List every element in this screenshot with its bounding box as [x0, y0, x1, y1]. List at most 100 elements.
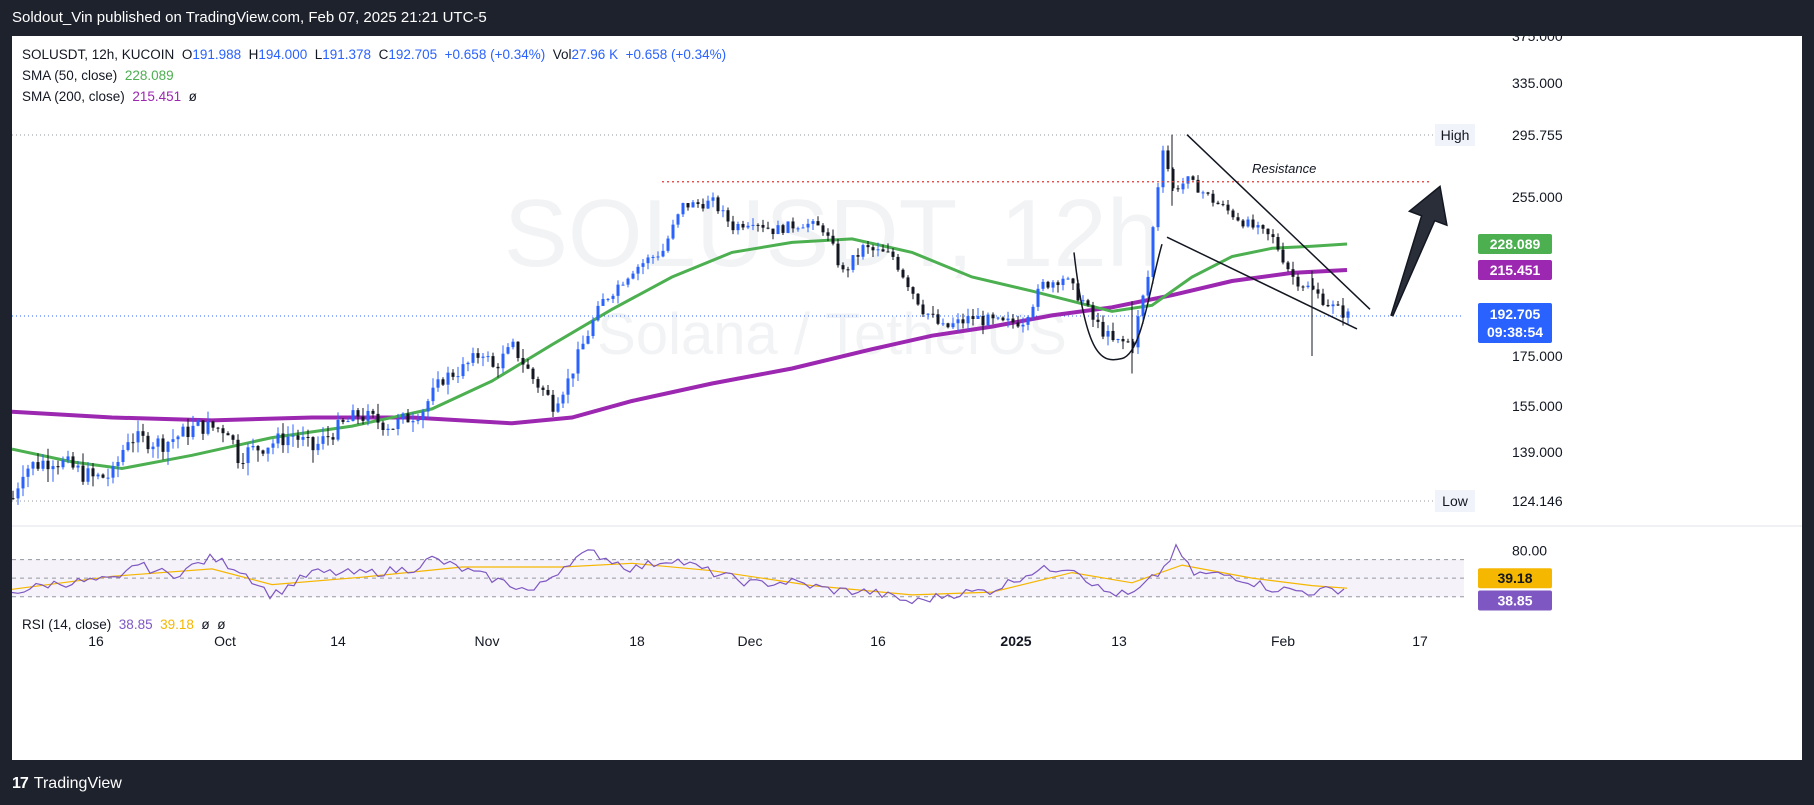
sma50-legend-label: SMA (50, close) [22, 68, 118, 83]
candle-down [391, 428, 395, 430]
open-label: O [181, 47, 193, 62]
time-tick-label: Feb [1271, 633, 1295, 649]
rsi-badge-text: 38.85 [1497, 592, 1532, 608]
candle-up [396, 419, 400, 430]
candle-up [116, 461, 120, 467]
candle-up [1151, 227, 1155, 277]
candle-up [291, 435, 295, 437]
candle-down [771, 228, 775, 235]
candle-down [881, 249, 885, 252]
candle-up [571, 373, 575, 379]
candle-up [1041, 281, 1045, 289]
candle-up [1116, 338, 1120, 341]
price-axis[interactable]: 375.000 335.000 255.000 175.000 155.000 139.0… [1512, 36, 1563, 558]
candle-up [151, 446, 155, 450]
candle-down [141, 431, 145, 436]
candle-up [721, 210, 725, 212]
candle-up [171, 439, 175, 442]
candle-up [621, 284, 625, 286]
candle-up [411, 421, 415, 423]
candle-down [891, 251, 895, 257]
candle-down [886, 251, 890, 253]
candle-down [231, 435, 235, 440]
candle-up [21, 476, 25, 489]
candle-up [746, 225, 750, 228]
candle-down [361, 416, 365, 421]
candle-down [1251, 219, 1255, 228]
candle-down [906, 277, 910, 288]
time-axis[interactable]: 16 Oct 14 Nov 18 Dec 16 2025 13 Feb 17 [88, 633, 1428, 649]
candle-up [1346, 311, 1350, 318]
chart-panel[interactable]: SOLUSDT, 12h Solana / TetherUS Resistanc… [12, 36, 1802, 760]
candle-up [1186, 176, 1190, 184]
candle-up [166, 441, 170, 452]
candle-up [1061, 278, 1065, 286]
publisher-text: Soldout_Vin published on TradingView.com… [12, 9, 487, 26]
candle-up [1136, 316, 1140, 348]
tradingview-logo-icon[interactable]: 17 [12, 775, 29, 793]
candle-down [1236, 217, 1240, 221]
candle-up [111, 466, 115, 478]
candle-up [1051, 282, 1055, 288]
candle-down [991, 314, 995, 319]
candle-down [866, 245, 870, 248]
candle-up [271, 443, 275, 448]
candle-up [106, 477, 110, 479]
candle-down [296, 435, 300, 440]
time-tick-label: 18 [629, 633, 645, 649]
candle-down [1046, 281, 1050, 288]
candle-down [496, 366, 500, 369]
sma50-badge-text: 228.089 [1490, 236, 1541, 252]
candle-down [871, 247, 875, 251]
candle-down [766, 227, 770, 229]
candle-down [726, 210, 730, 222]
chart-svg[interactable]: SOLUSDT, 12h Solana / TetherUS Resistanc… [12, 36, 1802, 760]
candle-up [1081, 300, 1085, 302]
candle-down [1211, 193, 1215, 203]
candle-down [1336, 304, 1340, 306]
candle-up [1181, 183, 1185, 190]
candle-down [91, 468, 95, 477]
candle-up [616, 284, 620, 296]
candle-down [551, 394, 555, 412]
main-legend[interactable]: SOLUSDT, 12h, KUCOIN O191.988 H194.000 L… [22, 44, 726, 107]
candle-down [451, 372, 455, 377]
candle-up [446, 372, 450, 385]
resistance-label[interactable]: Resistance [1252, 161, 1316, 176]
candle-up [321, 436, 325, 444]
candle-down [1096, 319, 1100, 322]
candle-down [1221, 204, 1225, 206]
candle-down [826, 232, 830, 236]
candle-down [226, 433, 230, 436]
candle-up [1256, 225, 1260, 228]
sma200-badge-text: 215.451 [1490, 262, 1541, 278]
candle-down [1056, 282, 1060, 286]
footer-bar[interactable]: 17 TradingView [0, 762, 1814, 805]
candle-up [136, 431, 140, 443]
candle-up [266, 447, 270, 454]
low-tag-value: 124.146 [1512, 493, 1563, 509]
candle-down [341, 419, 345, 422]
candle-down [1121, 338, 1125, 342]
candle-down [491, 356, 495, 367]
candle-down [1101, 321, 1105, 337]
candle-down [901, 269, 905, 278]
volume-label: Vol [552, 47, 572, 62]
candle-up [511, 341, 515, 348]
candle-up [386, 428, 390, 430]
tradingview-brand[interactable]: TradingView [34, 775, 122, 793]
candle-up [181, 426, 185, 437]
candle-down [1216, 202, 1220, 205]
candle-down [1241, 220, 1245, 227]
candle-down [1016, 322, 1020, 327]
rsi-legend[interactable]: RSI (14, close) 38.85 39.18 ø ø [22, 617, 225, 632]
candle-down [816, 221, 820, 226]
candle-up [581, 343, 585, 350]
candle-up [646, 257, 650, 264]
candle-up [926, 313, 930, 315]
candle-down [236, 439, 240, 464]
candle-up [576, 349, 580, 374]
candle-down [46, 460, 50, 470]
candle-up [456, 376, 460, 378]
candle-down [81, 465, 85, 482]
